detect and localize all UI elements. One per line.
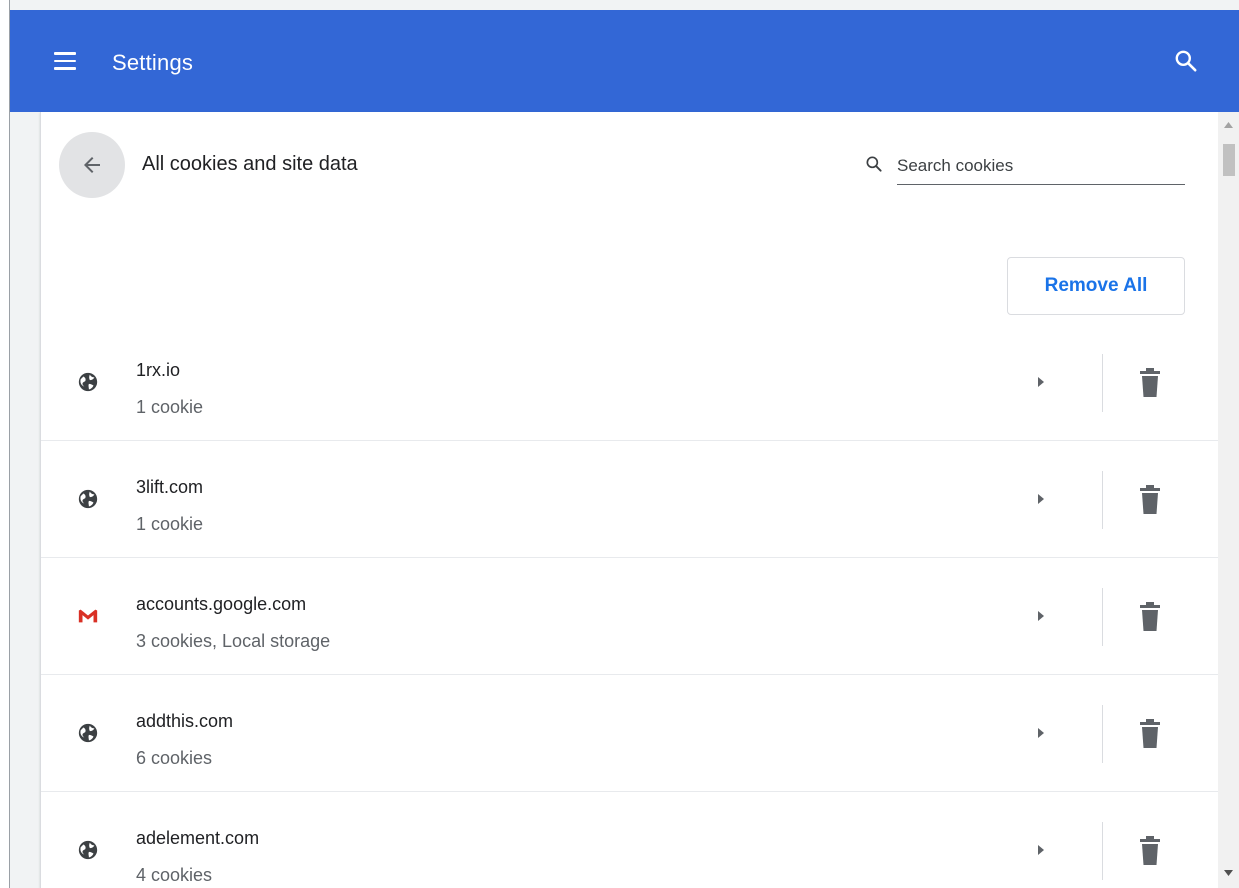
expand-arrow-icon[interactable] (1031, 606, 1051, 626)
row-separator (1102, 588, 1103, 646)
expand-arrow-icon[interactable] (1031, 840, 1051, 860)
search-cookies-input[interactable] (897, 145, 1185, 185)
search-icon[interactable] (1173, 48, 1199, 74)
row-separator (1102, 705, 1103, 763)
site-detail: 4 cookies (136, 865, 213, 885)
site-name: accounts.google.com (136, 594, 307, 614)
settings-window: Settings All cookies and site data Remov… (0, 0, 1239, 888)
expand-arrow-icon[interactable] (1031, 372, 1051, 392)
site-row[interactable]: adelement.com 4 cookies (41, 792, 1219, 888)
scroll-down-arrow-icon[interactable] (1224, 870, 1233, 876)
hamburger-menu-icon[interactable] (54, 52, 76, 70)
remove-all-button[interactable]: Remove All (1007, 257, 1185, 315)
globe-icon (78, 372, 98, 392)
window-left-edge (0, 0, 10, 888)
gmail-icon (78, 609, 98, 623)
trash-icon[interactable] (1138, 368, 1162, 398)
site-name: adelement.com (136, 828, 260, 848)
expand-arrow-icon[interactable] (1031, 489, 1051, 509)
search-cookies-field (859, 145, 1185, 185)
settings-toolbar: Settings (10, 10, 1239, 112)
trash-icon[interactable] (1138, 485, 1162, 515)
arrow-back-icon (84, 157, 100, 173)
scrollbar-thumb[interactable] (1223, 144, 1235, 176)
subpage-title: All cookies and site data (142, 153, 358, 175)
site-row[interactable]: 3lift.com 1 cookie (41, 441, 1219, 558)
globe-icon (78, 723, 98, 743)
trash-icon[interactable] (1138, 719, 1162, 749)
site-name: 1rx.io (136, 360, 181, 380)
cookies-card: All cookies and site data Remove All 1rx… (40, 112, 1219, 888)
row-separator (1102, 471, 1103, 529)
site-detail: 1 cookie (136, 397, 204, 417)
site-detail: 3 cookies, Local storage (136, 631, 331, 651)
row-separator (1102, 822, 1103, 880)
trash-icon[interactable] (1138, 602, 1162, 632)
vertical-scrollbar[interactable] (1218, 112, 1239, 888)
globe-icon (78, 840, 98, 860)
trash-icon[interactable] (1138, 836, 1162, 866)
scroll-up-arrow-icon[interactable] (1224, 122, 1233, 128)
search-cookies-icon (866, 156, 882, 172)
site-detail: 6 cookies (136, 748, 213, 768)
app-title: Settings (112, 50, 194, 75)
globe-icon (78, 489, 98, 509)
site-detail: 1 cookie (136, 514, 204, 534)
site-name: addthis.com (136, 711, 234, 731)
site-name: 3lift.com (136, 477, 204, 497)
site-row[interactable]: addthis.com 6 cookies (41, 675, 1219, 792)
back-button[interactable] (59, 132, 125, 198)
site-row[interactable]: accounts.google.com 3 cookies, Local sto… (41, 558, 1219, 675)
expand-arrow-icon[interactable] (1031, 723, 1051, 743)
site-list: 1rx.io 1 cookie 3lift.com 1 cookie accou… (41, 324, 1219, 888)
site-row[interactable]: 1rx.io 1 cookie (41, 324, 1219, 441)
row-separator (1102, 354, 1103, 412)
